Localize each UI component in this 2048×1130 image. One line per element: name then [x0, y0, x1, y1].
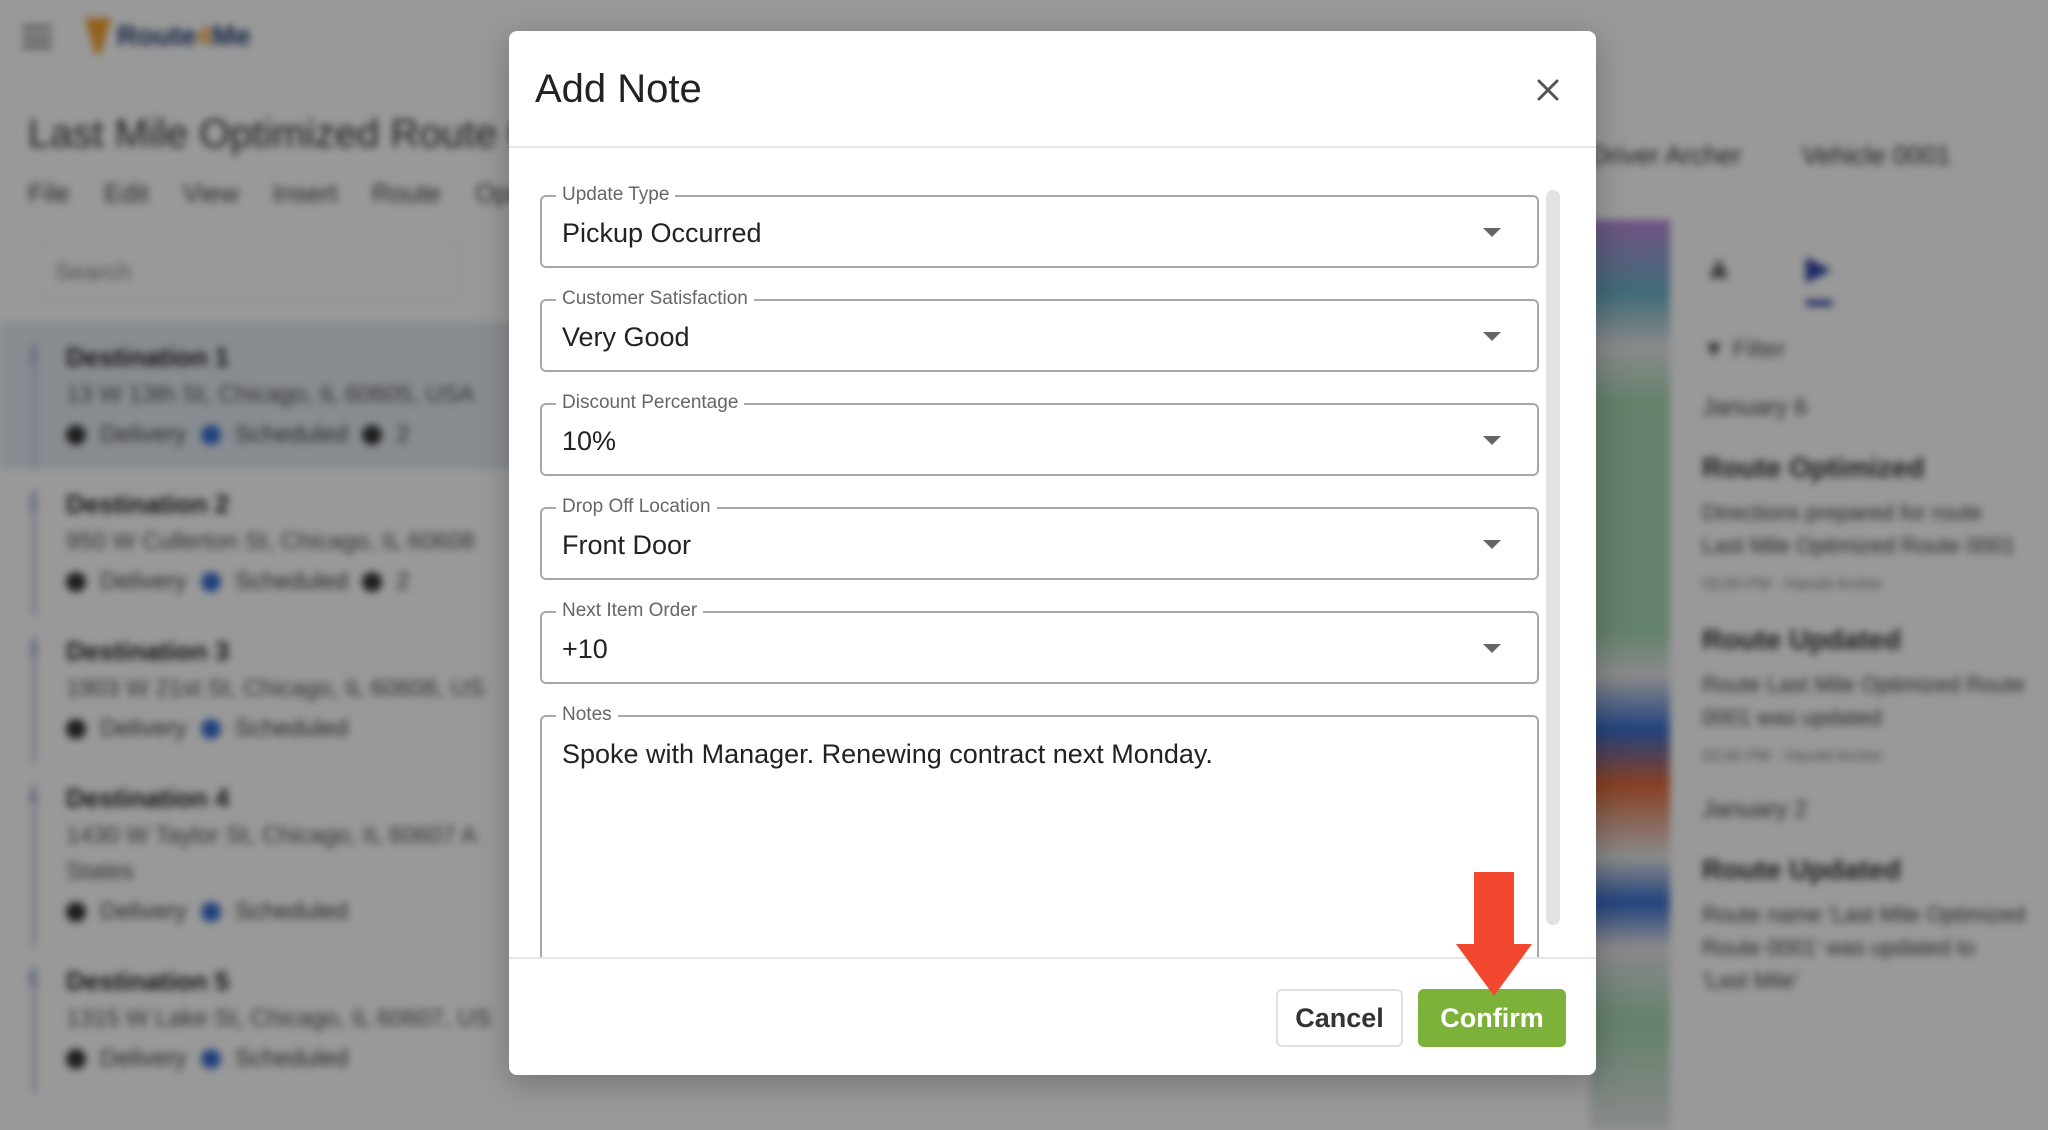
add-note-dialog: Add Note Update Type Pickup Occurred Cus…	[509, 31, 1596, 1075]
notes-textarea[interactable]: Notes Spoke with Manager. Renewing contr…	[540, 704, 1539, 957]
update-type-value: Pickup Occurred	[562, 218, 762, 248]
drop-off-location-value: Front Door	[562, 530, 692, 560]
dialog-header: Add Note	[509, 31, 1596, 148]
next-item-order-value: +10	[562, 634, 608, 664]
drop-off-location-select[interactable]: Drop Off Location Front Door	[540, 496, 1539, 580]
dialog-body: Update Type Pickup Occurred Customer Sat…	[509, 150, 1596, 957]
chevron-down-icon	[1483, 228, 1501, 237]
chevron-down-icon	[1483, 332, 1501, 341]
update-type-label: Update Type	[556, 184, 676, 206]
drop-off-location-label: Drop Off Location	[556, 496, 717, 518]
update-type-select[interactable]: Update Type Pickup Occurred	[540, 184, 1539, 268]
customer-satisfaction-value: Very Good	[562, 322, 690, 352]
chevron-down-icon	[1483, 644, 1501, 653]
notes-label: Notes	[556, 704, 618, 726]
confirm-button[interactable]: Confirm	[1418, 989, 1566, 1047]
discount-percentage-value: 10%	[562, 426, 617, 456]
notes-value: Spoke with Manager. Renewing contract ne…	[562, 739, 1213, 769]
chevron-down-icon	[1483, 436, 1501, 445]
dialog-scrollbar[interactable]	[1546, 190, 1560, 925]
chevron-down-icon	[1483, 540, 1501, 549]
dialog-footer: Cancel Confirm	[509, 957, 1596, 1075]
customer-satisfaction-select[interactable]: Customer Satisfaction Very Good	[540, 288, 1539, 372]
dialog-title: Add Note	[535, 67, 702, 111]
next-item-order-label: Next Item Order	[556, 600, 704, 622]
next-item-order-select[interactable]: Next Item Order +10	[540, 600, 1539, 684]
customer-satisfaction-label: Customer Satisfaction	[556, 288, 754, 310]
close-button[interactable]	[1531, 73, 1565, 107]
close-icon	[1537, 79, 1559, 101]
cancel-button[interactable]: Cancel	[1276, 989, 1403, 1047]
discount-percentage-select[interactable]: Discount Percentage 10%	[540, 392, 1539, 476]
annotation-arrow-icon	[1456, 872, 1532, 996]
discount-percentage-label: Discount Percentage	[556, 392, 745, 414]
